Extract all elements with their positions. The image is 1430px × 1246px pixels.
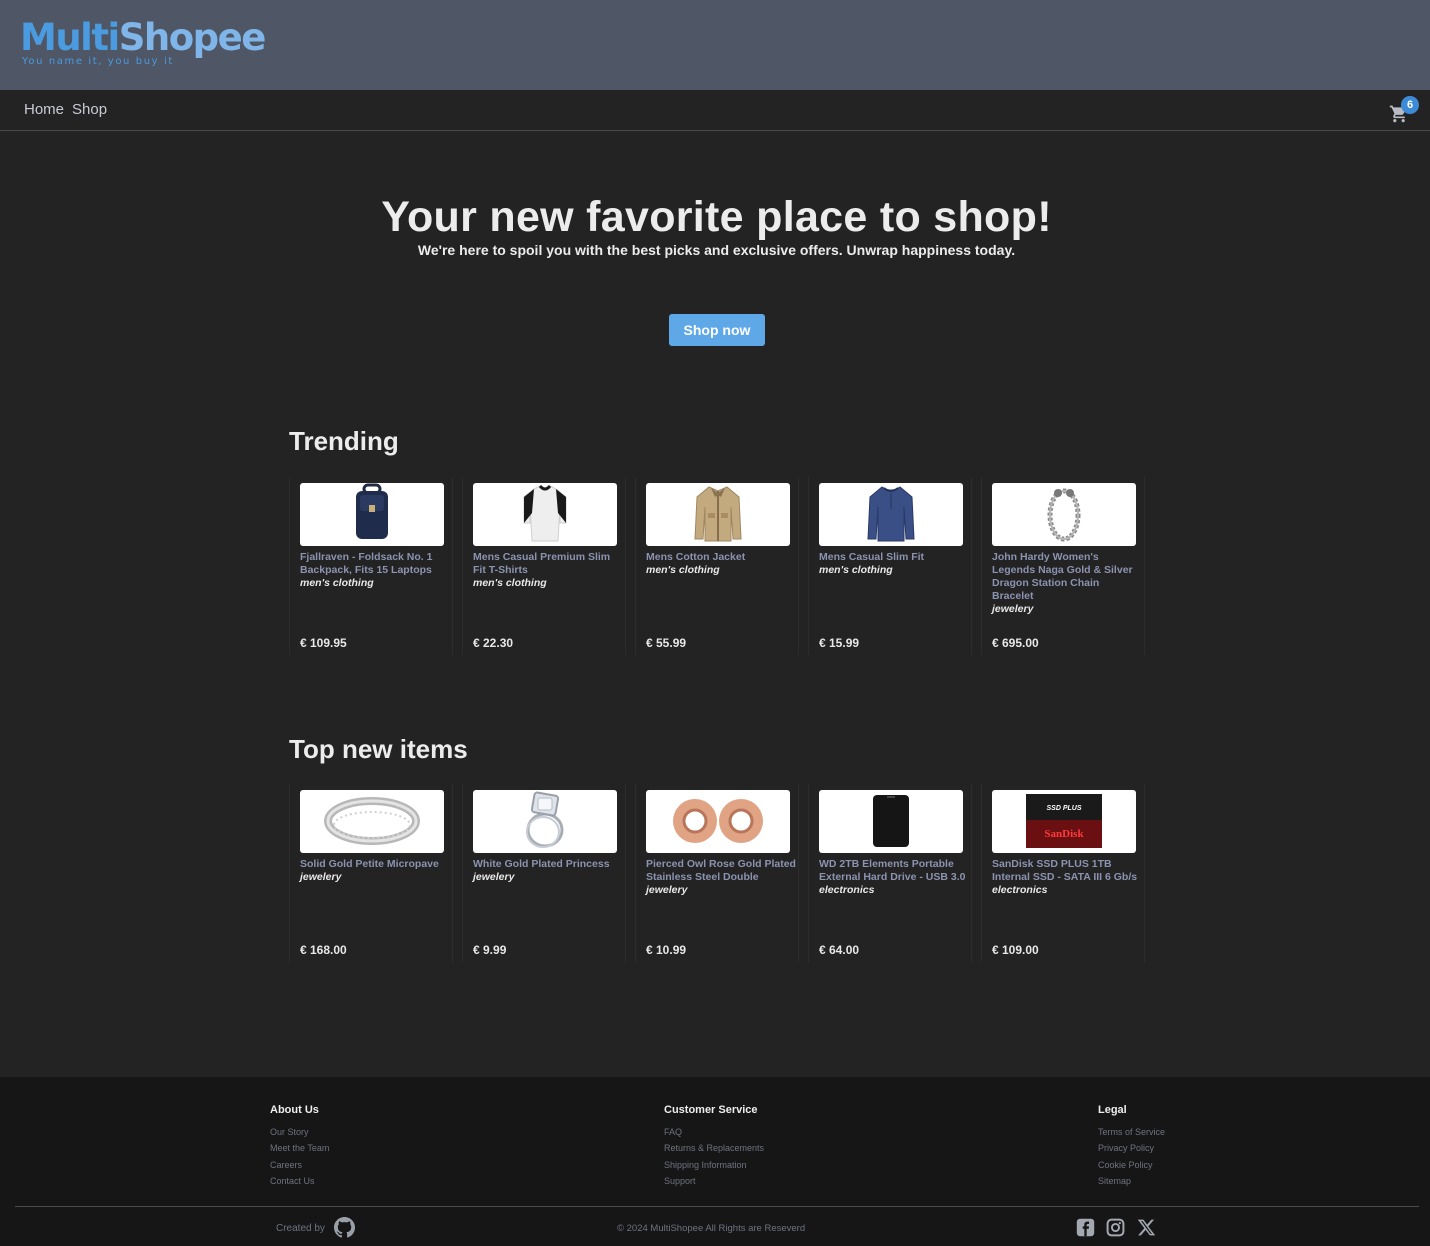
product-title: WD 2TB Elements Portable External Hard D… xyxy=(819,858,969,897)
product-title: Solid Gold Petite Micropave jewelery xyxy=(300,858,450,884)
copyright-text: © 2024 MultiShopee All Rights are Reseve… xyxy=(617,1223,806,1234)
product-price: € 64.00 xyxy=(819,943,860,957)
product-card[interactable]: John Hardy Women's Legends Naga Gold & S… xyxy=(981,477,1145,655)
product-title: Fjallraven - Foldsack No. 1 Backpack, Fi… xyxy=(300,551,450,590)
footer-link-shipping[interactable]: Shipping Information xyxy=(664,1157,764,1173)
product-category: electronics xyxy=(992,884,1048,896)
product-card[interactable]: Pierced Owl Rose Gold Plated Stainless S… xyxy=(635,784,799,962)
product-price: € 695.00 xyxy=(992,636,1039,650)
trending-row: Fjallraven - Foldsack No. 1 Backpack, Fi… xyxy=(289,477,1149,655)
backpack-image xyxy=(300,483,444,546)
nav-home-link[interactable]: Home xyxy=(24,101,64,118)
facebook-icon[interactable] xyxy=(1076,1218,1095,1237)
nav-shop-link[interactable]: Shop xyxy=(72,101,107,118)
product-title: SanDisk SSD PLUS 1TB Internal SSD - SATA… xyxy=(992,858,1142,897)
instagram-icon[interactable] xyxy=(1106,1218,1125,1237)
jacket-image xyxy=(646,483,790,546)
product-title: Mens Casual Premium Slim Fit T-Shirts men… xyxy=(473,551,623,590)
footer-legal-column: Legal Terms of Service Privacy Policy Co… xyxy=(1098,1104,1165,1189)
product-card[interactable]: WD 2TB Elements Portable External Hard D… xyxy=(808,784,972,962)
footer-link-faq[interactable]: FAQ xyxy=(664,1124,764,1140)
footer-link-terms[interactable]: Terms of Service xyxy=(1098,1124,1165,1140)
product-price: € 9.99 xyxy=(473,943,507,957)
site-footer: About Us Our Story Meet the Team Careers… xyxy=(0,1077,1430,1246)
product-price: € 10.99 xyxy=(646,943,687,957)
brand-logo[interactable]: MultiShopee You name it, you buy it xyxy=(20,16,266,68)
logo-wordmark: MultiShopee xyxy=(20,16,266,59)
product-card[interactable]: Solid Gold Petite Micropave jewelery € 16… xyxy=(289,784,453,962)
product-category: electronics xyxy=(819,884,875,896)
shop-now-button[interactable]: Shop now xyxy=(669,314,765,346)
product-category: men's clothing xyxy=(300,577,374,589)
footer-heading: Legal xyxy=(1098,1104,1127,1116)
hard-drive-image xyxy=(819,790,963,853)
product-category: men's clothing xyxy=(819,564,893,576)
ear-plugs-image xyxy=(646,790,790,853)
hero-subtitle: We're here to spoil you with the best pi… xyxy=(417,242,1016,258)
footer-link-returns[interactable]: Returns & Replacements xyxy=(664,1140,764,1156)
footer-link-privacy[interactable]: Privacy Policy xyxy=(1098,1140,1165,1156)
hero-title: Your new favorite place to shop! xyxy=(381,193,1052,241)
product-title: Mens Cotton Jacket men's clothing xyxy=(646,551,796,577)
product-category: jewelery xyxy=(992,603,1034,615)
new-items-row: Solid Gold Petite Micropave jewelery € 16… xyxy=(289,784,1149,962)
tshirt-image xyxy=(473,483,617,546)
product-price: € 15.99 xyxy=(819,636,860,650)
product-price: € 55.99 xyxy=(646,636,687,650)
product-title: Pierced Owl Rose Gold Plated Stainless S… xyxy=(646,858,796,896)
footer-heading: About Us xyxy=(270,1104,319,1116)
product-category: jewelery xyxy=(646,884,688,896)
product-price: € 109.00 xyxy=(992,943,1039,957)
product-card[interactable]: Fjallraven - Foldsack No. 1 Backpack, Fi… xyxy=(289,477,453,655)
product-title: John Hardy Women's Legends Naga Gold & S… xyxy=(992,551,1142,616)
footer-link-our-story[interactable]: Our Story xyxy=(270,1124,329,1140)
product-card[interactable]: White Gold Plated Princess jewelery € 9.9… xyxy=(462,784,626,962)
product-card[interactable]: Mens Casual Premium Slim Fit T-Shirts men… xyxy=(462,477,626,655)
footer-heading: Customer Service xyxy=(664,1104,758,1116)
product-card[interactable]: Mens Casual Slim Fit men's clothing € 15.… xyxy=(808,477,972,655)
footer-link-support[interactable]: Support xyxy=(664,1173,764,1189)
product-category: jewelery xyxy=(473,871,515,883)
engagement-ring-image xyxy=(473,790,617,853)
product-card[interactable]: SSD PLUS SanDisk SanDisk SSD PLUS 1TB Int… xyxy=(981,784,1145,962)
product-category: men's clothing xyxy=(646,564,720,576)
created-by-text: Created by xyxy=(276,1223,325,1234)
footer-link-sitemap[interactable]: Sitemap xyxy=(1098,1173,1165,1189)
product-price: € 109.95 xyxy=(300,636,347,650)
product-card[interactable]: Mens Cotton Jacket men's clothing € 55.99 xyxy=(635,477,799,655)
svg-text:SSD PLUS: SSD PLUS xyxy=(1046,805,1081,812)
main-nav: Home Shop xyxy=(0,90,1430,131)
longsleeve-image xyxy=(819,483,963,546)
new-items-title: Top new items xyxy=(289,734,468,764)
cart-count-badge: 6 xyxy=(1401,96,1419,114)
ring-image xyxy=(300,790,444,853)
product-price: € 22.30 xyxy=(473,636,514,650)
footer-link-meet-team[interactable]: Meet the Team xyxy=(270,1140,329,1156)
github-icon[interactable] xyxy=(334,1217,355,1238)
footer-link-cookies[interactable]: Cookie Policy xyxy=(1098,1157,1165,1173)
site-header: MultiShopee You name it, you buy it xyxy=(0,0,1430,90)
ssd-image: SSD PLUS SanDisk xyxy=(992,790,1136,853)
footer-about-column: About Us Our Story Meet the Team Careers… xyxy=(270,1104,329,1189)
product-title: White Gold Plated Princess jewelery xyxy=(473,858,623,884)
trending-title: Trending xyxy=(289,426,399,456)
product-title: Mens Casual Slim Fit men's clothing xyxy=(819,551,969,577)
footer-divider xyxy=(15,1206,1419,1207)
footer-link-contact[interactable]: Contact Us xyxy=(270,1173,329,1189)
product-category: jewelery xyxy=(300,871,342,883)
footer-link-careers[interactable]: Careers xyxy=(270,1157,329,1173)
svg-text:SanDisk: SanDisk xyxy=(1044,828,1084,840)
product-price: € 168.00 xyxy=(300,943,347,957)
x-twitter-icon[interactable] xyxy=(1137,1218,1156,1237)
bracelet-image xyxy=(992,483,1136,546)
product-category: men's clothing xyxy=(473,577,547,589)
footer-service-column: Customer Service FAQ Returns & Replaceme… xyxy=(664,1104,764,1189)
